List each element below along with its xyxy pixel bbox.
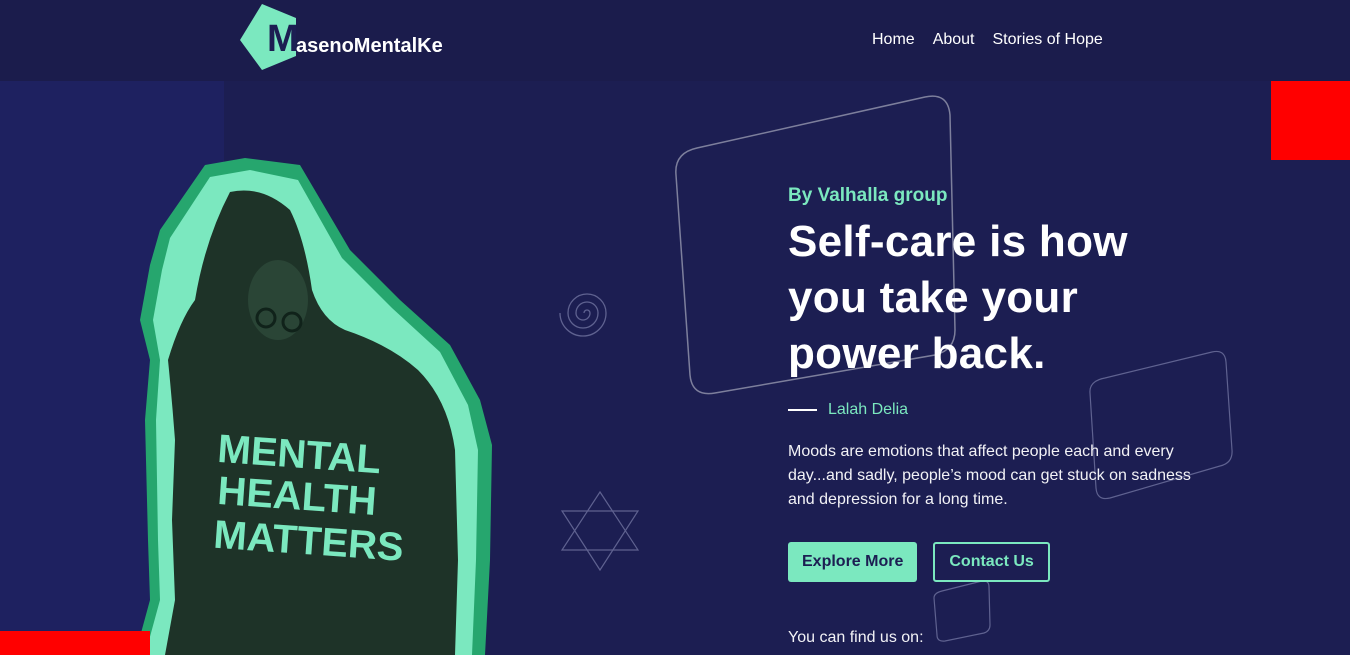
quote-author: Lalah Delia: [828, 401, 909, 418]
shirt-text: MENTAL HEALTH MATTERS: [212, 427, 405, 570]
red-corner-block: [1271, 81, 1350, 160]
logo-initial: M: [267, 18, 299, 60]
nav-stories-of-hope[interactable]: Stories of Hope: [993, 30, 1103, 50]
author-line: By Valhalla group: [788, 185, 948, 206]
explore-more-button[interactable]: Explore More: [788, 542, 918, 582]
site-header: M asenoMentalKe Home About Stories of Ho…: [0, 0, 1350, 81]
hero-buttons: Explore More Contact Us: [788, 542, 1218, 582]
quote-attribution: Lalah Delia: [788, 400, 1218, 420]
hero-photo: MENTAL HEALTH MATTERS: [135, 158, 492, 655]
hero-title: Self-care is how you take your power bac…: [788, 217, 1128, 378]
contact-us-button[interactable]: Contact Us: [933, 542, 1050, 582]
red-bottom-block: [0, 631, 150, 655]
nav-home[interactable]: Home: [872, 30, 915, 50]
quote-dash: [788, 409, 817, 411]
find-us-label: You can find us on:: [788, 629, 924, 646]
spiral-icon: [559, 293, 607, 337]
star-of-david-icon: [560, 490, 640, 572]
logo-text: asenoMentalKe: [296, 35, 443, 57]
main-nav: Home About Stories of Hope: [872, 30, 1103, 50]
hero-description: Moods are emotions that affect people ea…: [788, 443, 1191, 508]
hero-content: By Valhalla group Self-care is how you t…: [788, 184, 1218, 582]
rounded-square-outline-tiny: [933, 580, 991, 642]
nav-about[interactable]: About: [933, 30, 975, 50]
